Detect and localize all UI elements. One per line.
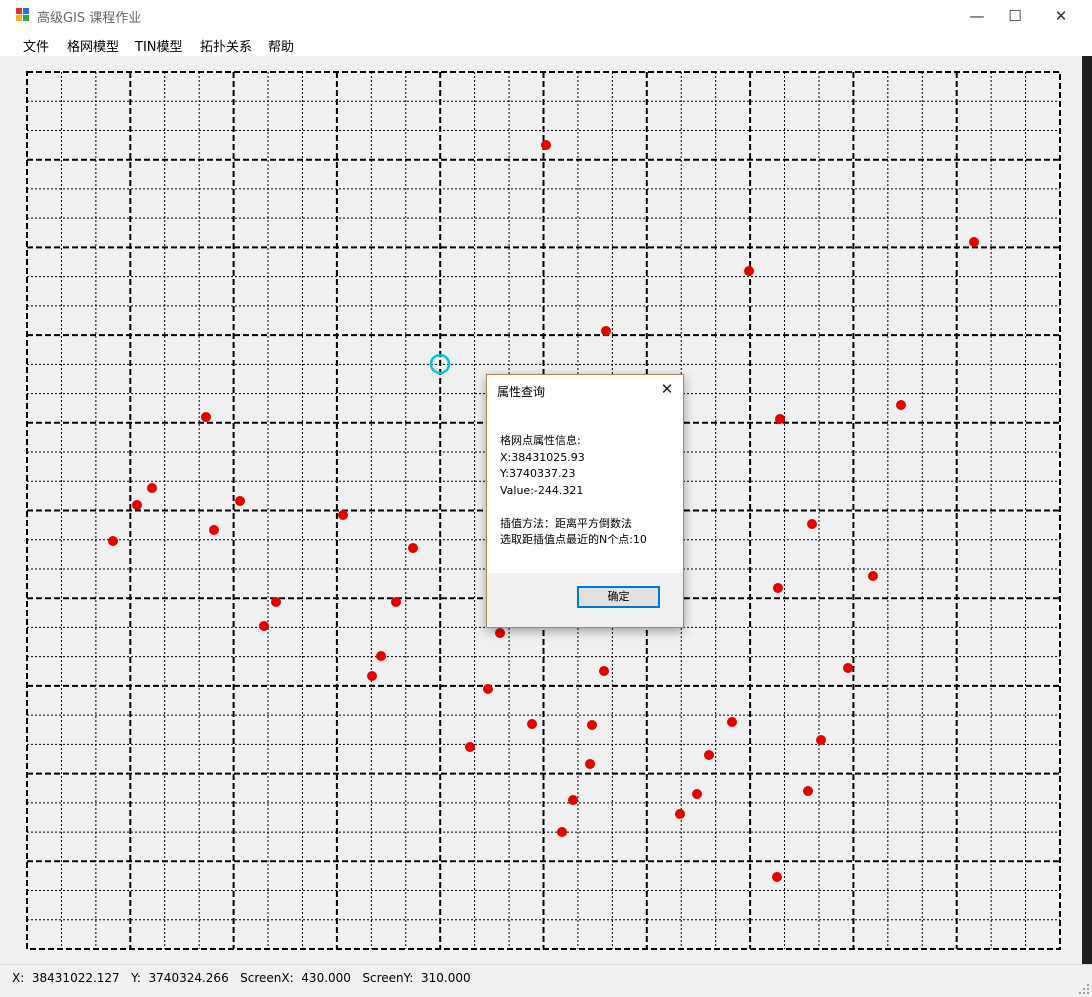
dialog-title: 属性查询: [497, 385, 546, 399]
sample-point[interactable]: [843, 663, 853, 673]
title-bar: 高级GIS 课程作业 — ☐ ✕: [0, 0, 1092, 31]
sample-point[interactable]: [367, 671, 377, 681]
sample-point[interactable]: [773, 583, 783, 593]
window-title: 高级GIS 课程作业: [37, 11, 142, 26]
sample-point[interactable]: [408, 543, 418, 553]
menu-grid-model[interactable]: 格网模型: [67, 36, 119, 55]
dialog-message: 格网点属性信息: X:38431025.93 Y:3740337.23 Valu…: [500, 433, 647, 549]
sample-point[interactable]: [132, 500, 142, 510]
sample-point[interactable]: [391, 597, 401, 607]
sample-point[interactable]: [816, 735, 826, 745]
menu-bar: 文件 格网模型 TIN模型 拓扑关系 帮助: [0, 31, 1092, 56]
sample-point[interactable]: [568, 795, 578, 805]
sample-point[interactable]: [727, 717, 737, 727]
status-bar: X: 38431022.127 Y: 3740324.266 ScreenX: …: [0, 964, 1092, 997]
attribute-query-dialog: 属性查询 ✕ 格网点属性信息: X:38431025.93 Y:3740337.…: [486, 374, 684, 628]
maximize-button[interactable]: ☐: [992, 0, 1038, 31]
sample-point[interactable]: [557, 827, 567, 837]
sample-point[interactable]: [896, 400, 906, 410]
app-icon: [16, 8, 30, 22]
sample-point[interactable]: [803, 786, 813, 796]
dialog-line: Y:3740337.23: [500, 467, 576, 480]
dialog-line: 格网点属性信息:: [500, 434, 581, 447]
dialog-line: [500, 499, 647, 516]
sample-point[interactable]: [599, 666, 609, 676]
sample-point[interactable]: [108, 536, 118, 546]
sample-point[interactable]: [376, 651, 386, 661]
sample-point[interactable]: [587, 720, 597, 730]
sample-point[interactable]: [541, 140, 551, 150]
dialog-line: X:38431025.93: [500, 450, 585, 464]
dialog-close-icon[interactable]: ✕: [657, 380, 677, 398]
dialog-line: 选取距插值点最近的N个点:10: [500, 533, 647, 546]
menu-help[interactable]: 帮助: [268, 36, 294, 55]
sample-point[interactable]: [527, 719, 537, 729]
dialog-line: Value:-244.321: [500, 483, 584, 497]
sample-point[interactable]: [201, 412, 211, 422]
close-button[interactable]: ✕: [1038, 0, 1084, 31]
sample-point[interactable]: [235, 496, 245, 506]
sample-point[interactable]: [495, 628, 505, 638]
dialog-line: 插值方法：距离平方倒数法: [500, 516, 632, 530]
sample-point[interactable]: [692, 789, 702, 799]
sample-point[interactable]: [585, 759, 595, 769]
menu-tin-model[interactable]: TIN模型: [135, 36, 183, 55]
sample-point[interactable]: [465, 742, 475, 752]
sample-point[interactable]: [338, 510, 348, 520]
sample-point[interactable]: [868, 571, 878, 581]
sample-point[interactable]: [675, 809, 685, 819]
sample-point[interactable]: [744, 266, 754, 276]
sample-point[interactable]: [483, 684, 493, 694]
sample-point[interactable]: [147, 483, 157, 493]
resize-grip-icon[interactable]: [1078, 983, 1090, 995]
sample-point[interactable]: [259, 621, 269, 631]
sample-point[interactable]: [209, 525, 219, 535]
menu-topology[interactable]: 拓扑关系: [200, 36, 252, 55]
menu-file[interactable]: 文件: [23, 36, 49, 55]
sample-point[interactable]: [704, 750, 714, 760]
sample-point[interactable]: [969, 237, 979, 247]
sample-point[interactable]: [601, 326, 611, 336]
ok-button[interactable]: 确定: [577, 586, 660, 608]
sample-point[interactable]: [775, 414, 785, 424]
sample-point[interactable]: [807, 519, 817, 529]
status-coordinates: X: 38431022.127 Y: 3740324.266 ScreenX: …: [12, 971, 471, 985]
sample-point[interactable]: [271, 597, 281, 607]
background-window-edge: [1082, 56, 1092, 964]
dialog-footer: 确定: [487, 573, 683, 627]
sample-point[interactable]: [772, 872, 782, 882]
